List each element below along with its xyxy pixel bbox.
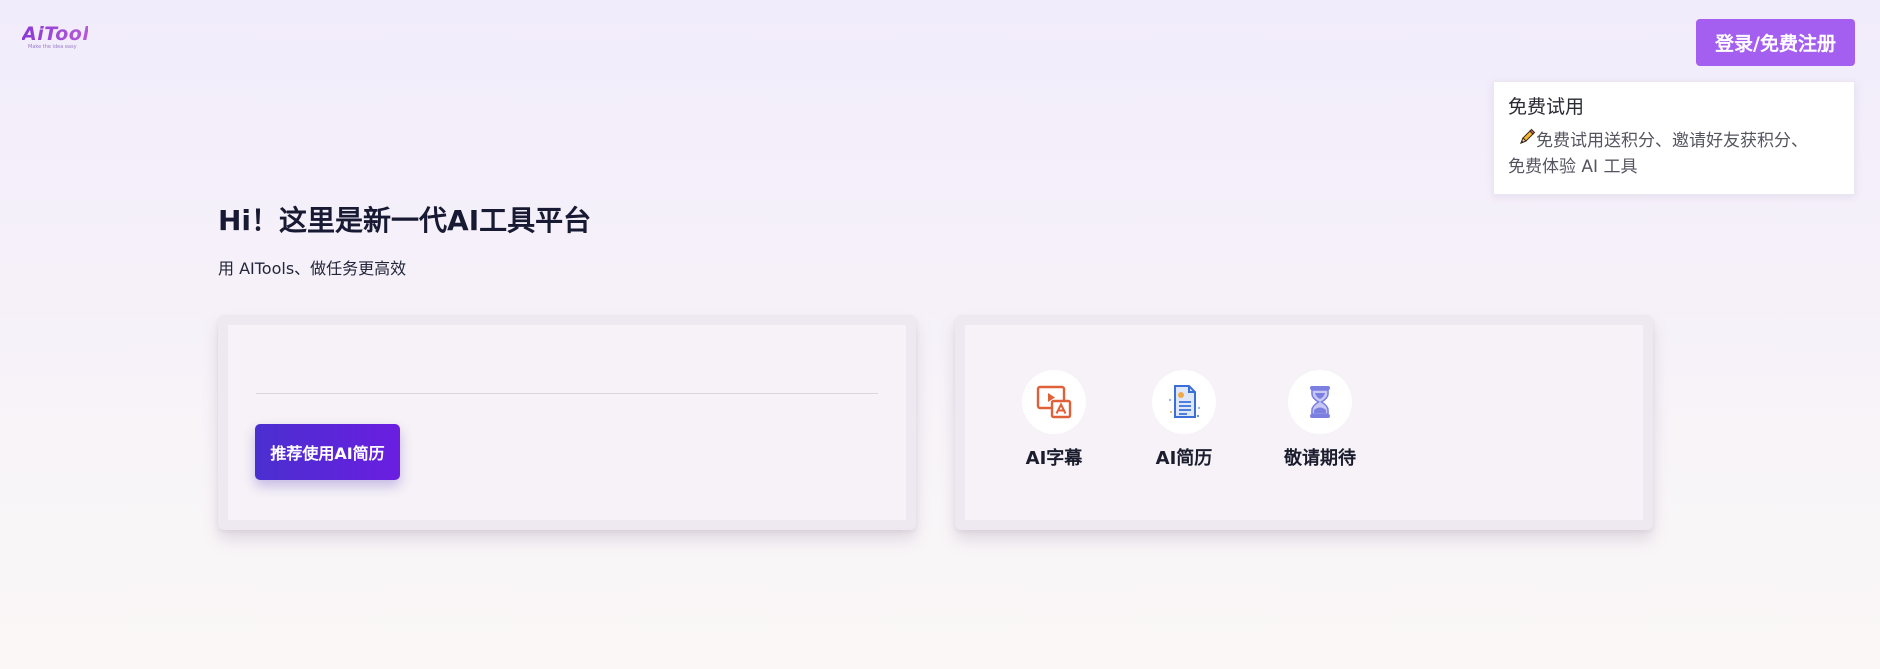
tool-ai-resume[interactable]: AI简历 bbox=[1134, 370, 1234, 470]
resume-icon bbox=[1152, 370, 1216, 434]
logo[interactable]: AiTools Make the idea easy bbox=[22, 23, 102, 54]
popover-body-line2: 免费体验 AI 工具 bbox=[1508, 157, 1638, 177]
pencil-icon bbox=[1518, 128, 1536, 154]
page-subtitle: 用 AITools、做任务更高效 bbox=[218, 259, 407, 278]
divider bbox=[256, 393, 878, 394]
tool-ai-subtitle-label: AI字幕 bbox=[1025, 448, 1083, 469]
tool-coming-soon-label: 敬请期待 bbox=[1284, 448, 1356, 469]
tools-list: AI字幕 AI简历 敬请期待 bbox=[965, 325, 1643, 520]
tool-ai-subtitle[interactable]: AI字幕 bbox=[1004, 370, 1104, 470]
recommend-card: 推荐使用AI简历 bbox=[218, 315, 916, 530]
login-register-button[interactable]: 登录/免费注册 bbox=[1696, 19, 1855, 66]
recommend-resume-button[interactable]: 推荐使用AI简历 bbox=[255, 424, 400, 480]
popover-body: 免费试用送积分、邀请好友获积分、 免费体验 AI 工具 bbox=[1508, 128, 1840, 180]
page-title: Hi！这里是新一代AI工具平台 bbox=[218, 204, 592, 237]
tools-card: AI字幕 AI简历 敬请期待 bbox=[955, 315, 1653, 530]
logo-text: AiTools bbox=[22, 23, 102, 45]
hourglass-icon bbox=[1288, 370, 1352, 434]
recommend-card-inner: 推荐使用AI简历 bbox=[228, 325, 906, 520]
popover-title: 免费试用 bbox=[1508, 96, 1585, 118]
tool-ai-resume-label: AI简历 bbox=[1155, 448, 1213, 469]
popover-body-line1: 免费试用送积分、邀请好友获积分、 bbox=[1536, 131, 1808, 151]
tool-coming-soon[interactable]: 敬请期待 bbox=[1270, 370, 1370, 470]
free-trial-popover: 免费试用 免费试用送积分、邀请好友获积分、 免费体验 AI 工具 bbox=[1493, 81, 1855, 195]
tools-card-inner: AI字幕 AI简历 敬请期待 bbox=[965, 325, 1643, 520]
subtitle-icon bbox=[1022, 370, 1086, 434]
